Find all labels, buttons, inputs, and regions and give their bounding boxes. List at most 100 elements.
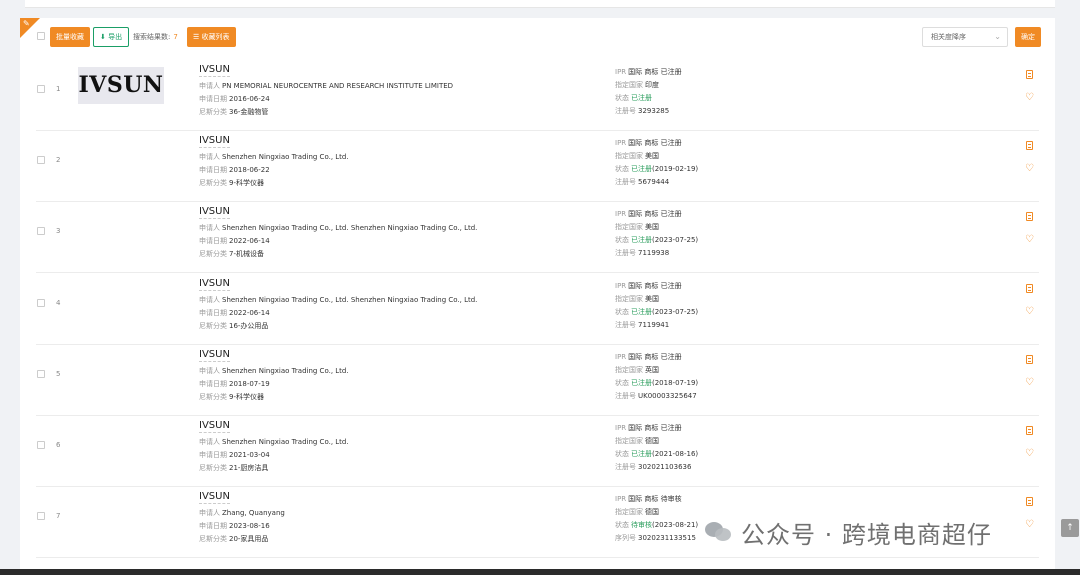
number-line: 注册号 3293285 (615, 107, 670, 115)
row-checkbox[interactable] (37, 441, 45, 449)
status-line: 状态 已注册 (615, 94, 652, 102)
trademark-name[interactable]: IVSUN (199, 491, 230, 505)
trademark-name[interactable]: IVSUN (199, 135, 230, 149)
nice-class-line: 尼斯分类 16-办公用品 (199, 321, 269, 330)
row-checkbox[interactable] (37, 227, 45, 236)
export-button[interactable]: ⬇ 导出 (93, 27, 130, 47)
batch-favorite-button[interactable]: 批量收藏 (50, 27, 90, 47)
ipr-line: IPR 国际 商标 已注册 (615, 68, 682, 76)
nice-class-line: 尼斯分类 9-科学仪器 (199, 179, 264, 188)
number-line: 序列号 3020231133515 (615, 534, 696, 543)
sort-selected: 相关度降序 (931, 33, 966, 41)
document-icon[interactable] (1026, 212, 1033, 222)
applicant-line: 申请人 Shenzhen Ningxiao Trading Co., Ltd. (199, 366, 349, 375)
status-line: 状态 已注册(2021-08-16) (615, 450, 699, 458)
confirm-button[interactable]: 确定 (1015, 27, 1041, 47)
result-row[interactable]: 5 IVSUN 申请人 Shenzhen Ningxiao Trading Co., … (36, 345, 1039, 416)
document-icon[interactable] (1026, 426, 1033, 435)
applicant-line: 申请人 PN MEMORIAL NEUROCENTRE AND RESEARCH … (199, 82, 454, 90)
document-icon[interactable] (1026, 497, 1033, 507)
nice-class-line: 尼斯分类 21-厨房洁具 (199, 464, 269, 472)
number-line: 注册号 UK00003325647 (615, 391, 697, 400)
result-row[interactable]: 4 IVSUN 申请人 Shenzhen Ningxiao Trading Co., … (36, 274, 1039, 345)
result-count: 搜索结果数: 7 (133, 32, 178, 42)
nice-class-line: 尼斯分类 9-科学仪器 (199, 392, 264, 401)
status-badge: 已注册 (631, 165, 652, 174)
heart-icon[interactable]: ♡ (1025, 163, 1034, 174)
heart-icon[interactable]: ♡ (1025, 306, 1034, 317)
row-checkbox[interactable] (37, 512, 45, 521)
list-icon: ☰ (193, 33, 200, 41)
favorites-list-button[interactable]: ☰ 收藏列表 (187, 27, 236, 47)
result-row[interactable]: 6 IVSUN 申请人 Shenzhen Ningxiao Trading Co., … (36, 416, 1039, 487)
status-badge: 已注册 (631, 236, 652, 245)
row-checkbox[interactable] (37, 369, 45, 378)
favorites-list-label: 收藏列表 (201, 33, 230, 41)
country-line: 指定国家 美国 (615, 152, 659, 161)
apply-date-line: 申请日期 2023-08-16 (199, 522, 270, 531)
row-index: 5 (56, 369, 61, 378)
nice-class-line: 尼斯分类 7-机械设备 (199, 250, 264, 259)
apply-date-line: 申请日期 2018-06-22 (199, 166, 270, 175)
status-badge: 待审核 (631, 521, 652, 530)
result-count-label: 搜索结果数: (133, 33, 171, 41)
apply-date-line: 申请日期 2016-06-24 (199, 95, 270, 103)
trademark-name[interactable]: IVSUN (199, 206, 230, 220)
heart-icon[interactable]: ♡ (1025, 234, 1034, 245)
scroll-top-button[interactable]: ↑ (1061, 519, 1079, 537)
applicant-line: 申请人 Shenzhen Ningxiao Trading Co., Ltd. S… (199, 295, 478, 304)
row-index: 3 (56, 227, 61, 236)
heart-icon[interactable]: ♡ (1025, 377, 1034, 388)
trademark-name[interactable]: IVSUN (199, 420, 230, 433)
document-icon[interactable] (1026, 354, 1033, 364)
applicant-line: 申请人 Shenzhen Ningxiao Trading Co., Ltd. (199, 153, 349, 162)
trademark-name[interactable]: IVSUN (199, 349, 230, 362)
document-icon[interactable] (1026, 141, 1033, 151)
row-checkbox[interactable] (37, 298, 45, 307)
number-line: 注册号 302021103636 (615, 463, 692, 471)
applicant-line: 申请人 Zhang, Quanyang (199, 509, 285, 518)
heart-icon[interactable]: ♡ (1025, 92, 1034, 103)
trademark-name[interactable]: IVSUN (199, 64, 230, 77)
status-line: 状态 已注册(2018-07-19) (615, 378, 699, 387)
apply-date-line: 申请日期 2022-06-14 (199, 308, 270, 317)
row-checkbox[interactable] (37, 156, 45, 165)
heart-icon[interactable]: ♡ (1025, 448, 1034, 459)
ipr-line: IPR 国际 商标 已注册 (615, 139, 682, 148)
result-row[interactable]: 3 IVSUN 申请人 Shenzhen Ningxiao Trading Co., … (36, 202, 1039, 274)
trademark-logo-image: IVSUN (78, 67, 164, 104)
status-badge: 已注册 (631, 94, 652, 102)
number-line: 注册号 7119941 (615, 320, 670, 329)
watermark: 公众号 · 跨境电商超仔 (705, 512, 992, 552)
apply-date-line: 申请日期 2022-06-14 (199, 237, 270, 246)
apply-date-line: 申请日期 2021-03-04 (199, 451, 270, 459)
export-label: 导出 (108, 33, 123, 41)
country-line: 指定国家 美国 (615, 294, 659, 303)
bottom-bar (0, 569, 1080, 575)
result-row[interactable]: 1 IVSUN IVSUN 申请人 PN MEMORIAL NEUROCENTRE AN… (36, 60, 1039, 131)
wechat-logo-icon (705, 520, 733, 544)
status-badge: 已注册 (631, 450, 652, 458)
document-icon[interactable] (1026, 70, 1033, 79)
applicant-line: 申请人 Shenzhen Ningxiao Trading Co., Ltd. (199, 438, 349, 446)
sort-select[interactable]: 相关度降序 ⌄ (922, 27, 1008, 47)
toolbar: 批量收藏 ⬇ 导出 搜索结果数: 7 ☰ 收藏列表 相关度降序 ⌄ 确定 (20, 18, 1055, 56)
document-icon[interactable] (1026, 283, 1033, 293)
status-badge: 已注册 (631, 378, 652, 387)
ipr-line: IPR 国际 商标 待审核 (615, 495, 682, 504)
row-index: 6 (56, 441, 61, 449)
result-count-value: 7 (173, 33, 178, 41)
heart-icon[interactable]: ♡ (1025, 519, 1034, 530)
row-index: 2 (56, 156, 61, 165)
ipr-line: IPR 国际 商标 已注册 (615, 281, 682, 290)
select-all-checkbox[interactable] (37, 32, 45, 40)
result-row[interactable]: 2 IVSUN 申请人 Shenzhen Ningxiao Trading Co., … (36, 131, 1039, 203)
ipr-line: IPR 国际 商标 已注册 (615, 424, 682, 432)
trademark-name[interactable]: IVSUN (199, 278, 230, 291)
status-line: 状态 待审核(2023-08-21) (615, 521, 699, 530)
status-line: 状态 已注册(2019-02-19) (615, 165, 699, 174)
row-checkbox[interactable] (37, 85, 45, 93)
status-line: 状态 已注册(2023-07-25) (615, 307, 699, 316)
status-line: 状态 已注册(2023-07-25) (615, 236, 699, 245)
status-badge: 已注册 (631, 307, 652, 316)
